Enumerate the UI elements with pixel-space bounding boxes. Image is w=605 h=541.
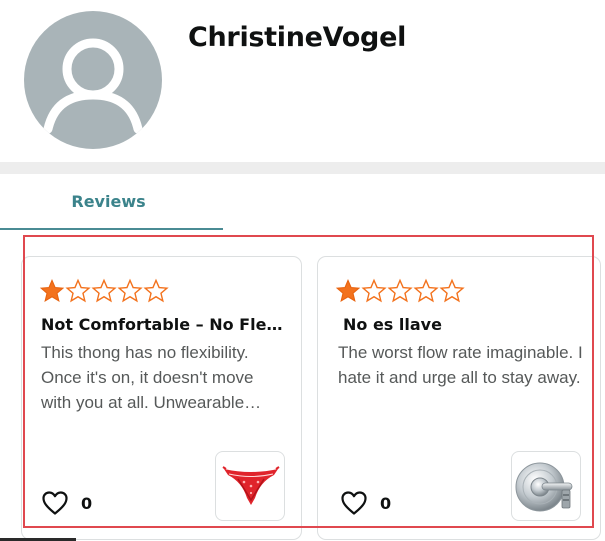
tab-reviews-label: Reviews	[71, 191, 146, 211]
profile-name: ChristineVogel	[188, 22, 407, 53]
red-lace-thong-thumbnail	[222, 466, 280, 505]
star-rating	[335, 278, 465, 304]
star-empty-icon	[387, 278, 413, 303]
review-body: The worst flow rate imaginable. I hate i…	[338, 343, 583, 387]
review-title[interactable]: No es llave	[343, 315, 587, 335]
star-empty-icon	[91, 278, 117, 303]
heart-icon[interactable]	[340, 490, 368, 516]
profile-header: ChristineVogel	[0, 0, 605, 162]
star-empty-icon	[439, 278, 465, 303]
star-empty-icon	[413, 278, 439, 303]
helpful-count: 0	[380, 493, 392, 513]
review-card[interactable]: No es llave The worst flow rate imaginab…	[317, 256, 601, 540]
product-thumbnail[interactable]	[215, 451, 285, 521]
default-user-avatar-icon	[43, 38, 143, 134]
star-empty-icon	[143, 278, 169, 303]
star-rating	[39, 278, 169, 304]
helpful-control[interactable]: 0	[41, 489, 92, 517]
helpful-control[interactable]: 0	[340, 489, 391, 517]
star-empty-icon	[361, 278, 387, 303]
tab-bar: Reviews	[0, 174, 605, 230]
tab-reviews[interactable]: Reviews	[0, 174, 223, 230]
review-card[interactable]: Not Comfortable – No Flexibility This th…	[21, 256, 302, 540]
shower-valve-faucet-thumbnail	[515, 462, 573, 512]
star-filled-icon	[335, 279, 361, 302]
star-filled-icon	[39, 279, 65, 302]
review-title[interactable]: Not Comfortable – No Flexibility	[41, 315, 285, 335]
helpful-count: 0	[81, 493, 93, 513]
heart-icon[interactable]	[41, 490, 69, 516]
product-thumbnail[interactable]	[511, 451, 581, 521]
review-body: This thong has no flexibility. Once it's…	[41, 343, 262, 412]
section-divider	[0, 162, 605, 174]
star-empty-icon	[117, 278, 143, 303]
avatar	[24, 11, 162, 149]
star-empty-icon	[65, 278, 91, 303]
